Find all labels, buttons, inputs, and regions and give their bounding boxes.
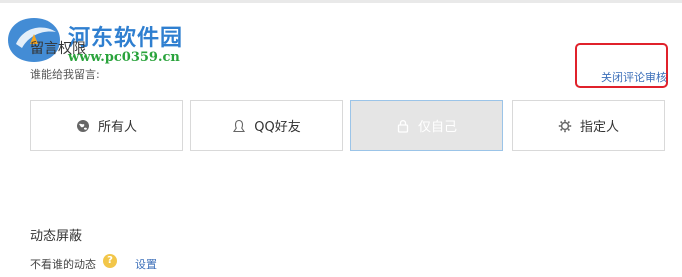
option-specified-people[interactable]: 指定人: [512, 100, 665, 151]
option-only-me[interactable]: 仅自己: [350, 100, 503, 151]
close-review-link[interactable]: 关闭评论审核: [601, 69, 667, 85]
lock-icon: [397, 119, 409, 133]
gear-icon: [558, 119, 572, 132]
globe-icon: [76, 119, 89, 132]
option-label: 指定人: [579, 120, 619, 135]
permission-section-title: 留言权限: [30, 41, 86, 57]
not-see-label: 不看谁的动态: [30, 258, 96, 271]
option-qq-friends[interactable]: QQ好友: [190, 100, 343, 151]
friends-icon: [233, 119, 246, 132]
setting-link[interactable]: 设置: [135, 256, 157, 272]
feed-block-section-title: 动态屏蔽: [30, 229, 83, 244]
who-can-message-label: 谁能给我留言:: [30, 68, 100, 81]
help-icon[interactable]: ?: [103, 254, 117, 268]
option-label: QQ好友: [254, 120, 301, 135]
option-label: 仅自己: [417, 120, 457, 135]
option-everyone[interactable]: 所有人: [30, 100, 183, 151]
top-divider: [0, 0, 682, 3]
option-label: 所有人: [97, 120, 137, 135]
